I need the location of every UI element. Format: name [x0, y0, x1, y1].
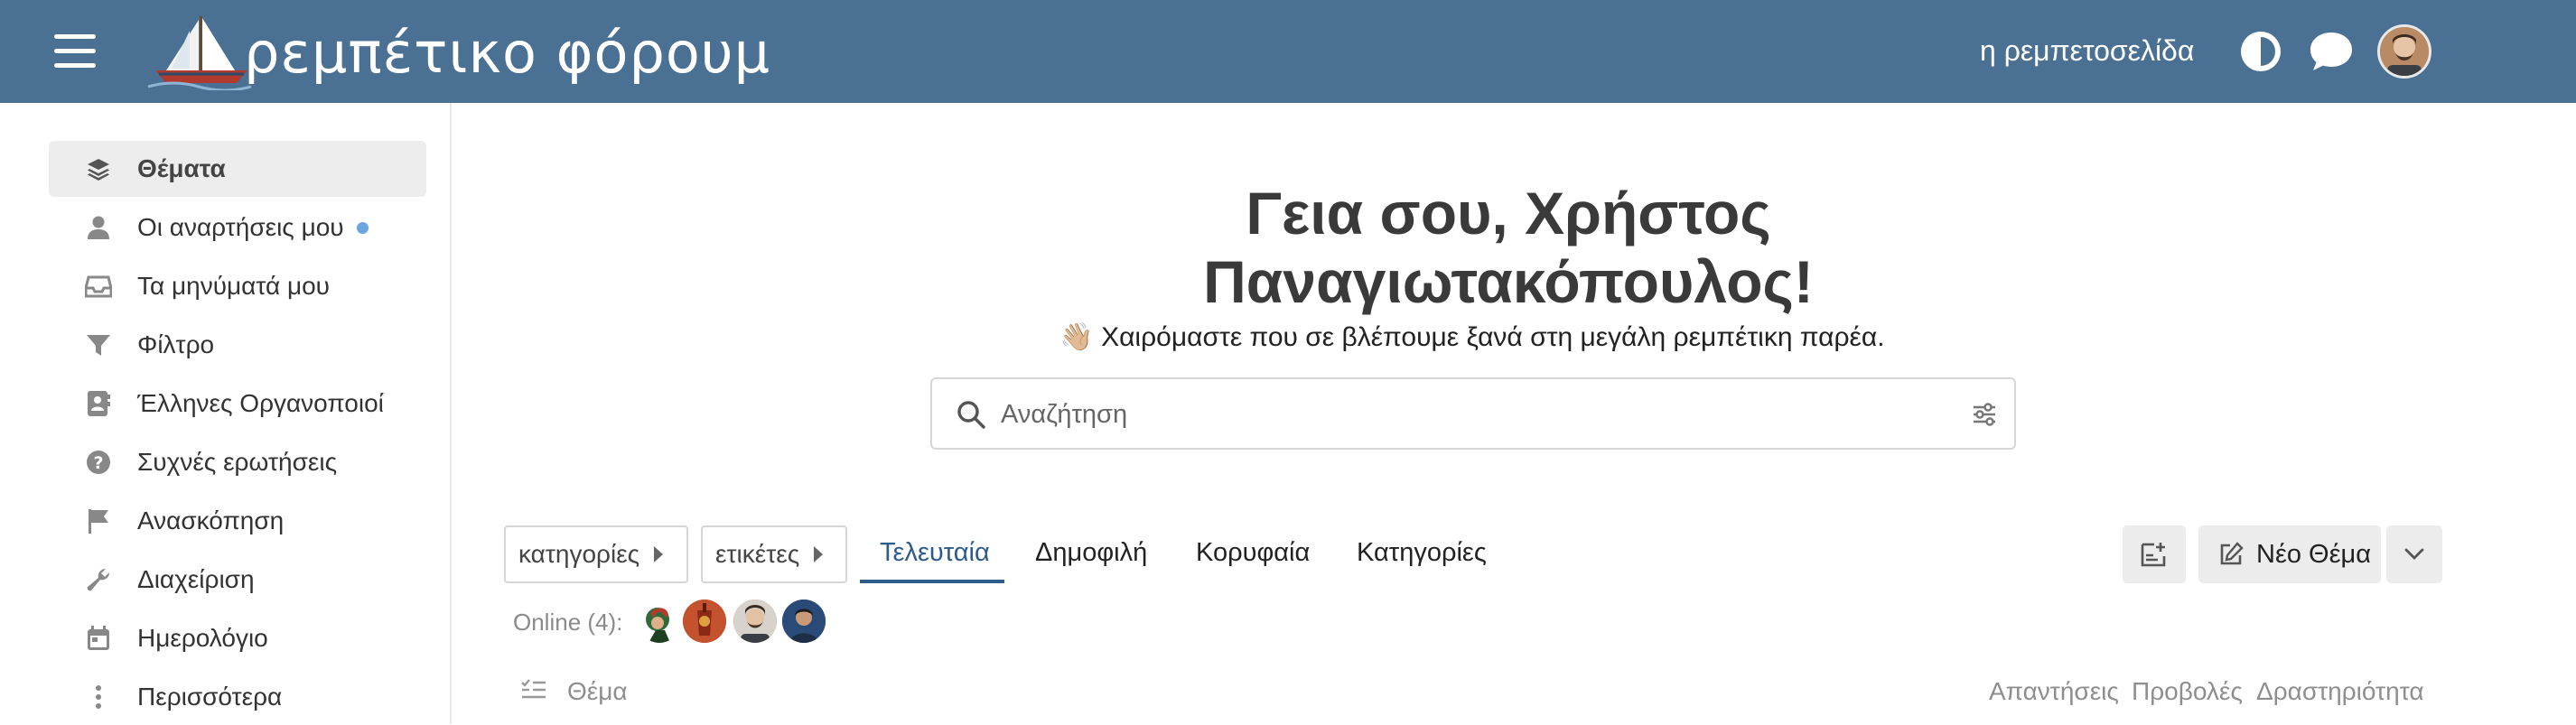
online-label: Online (4): — [513, 609, 623, 636]
sidebar-item-topics[interactable]: Θέματα — [49, 141, 426, 197]
sidebar-item-faq[interactable]: ? Συχνές ερωτήσεις — [49, 434, 426, 490]
sidebar-item-more[interactable]: Περισσότερα — [49, 669, 426, 725]
layers-icon — [83, 153, 114, 184]
sidebar-item-review[interactable]: Ανασκόπηση — [49, 493, 426, 549]
home-link[interactable]: η ρεμπετοσελίδα — [1980, 34, 2194, 68]
new-topic-dropdown-button[interactable] — [2386, 525, 2442, 583]
search-filter-icon[interactable] — [1971, 401, 1998, 428]
new-topic-label: Νέο Θέμα — [2256, 539, 2372, 569]
create-draft-button[interactable] — [2123, 525, 2186, 583]
column-activity[interactable]: Δραστηριότητα — [2256, 677, 2424, 706]
more-vertical-icon — [83, 682, 114, 712]
sailboat-logo-icon[interactable] — [146, 14, 253, 90]
theme-toggle-icon[interactable] — [2236, 27, 2285, 76]
categories-dropdown[interactable]: κατηγορίες — [504, 525, 688, 583]
sidebar-item-my-posts[interactable]: Οι αναρτήσεις μου — [49, 200, 426, 256]
sidebar-item-label: Συχνές ερωτήσεις — [137, 448, 338, 476]
site-title[interactable]: ρεμπέτικο φόρουμ — [244, 20, 770, 86]
inbox-icon — [83, 271, 114, 302]
menu-icon[interactable] — [54, 34, 96, 69]
contact-card-icon — [83, 388, 114, 419]
online-user-avatar[interactable] — [683, 600, 726, 643]
sidebar-item-admin[interactable]: Διαχείριση — [49, 552, 426, 608]
sidebar-item-label: Οι αναρτήσεις μου — [137, 213, 344, 241]
sidebar-item-messages[interactable]: Τα μηνύματά μου — [49, 258, 426, 314]
sidebar-item-label: Περισσότερα — [137, 683, 283, 711]
column-views[interactable]: Προβολές — [2132, 677, 2243, 706]
user-icon — [83, 212, 114, 243]
chat-icon[interactable] — [2307, 27, 2356, 76]
sidebar-item-label: Τα μηνύματά μου — [137, 272, 330, 300]
sidebar-item-label: Ημερολόγιο — [137, 624, 268, 652]
tab-top[interactable]: Κορυφαία — [1196, 538, 1310, 568]
sidebar-item-label: Ανασκόπηση — [137, 507, 285, 534]
welcome-title-line1: Γεια σου, Χρήστος — [1246, 180, 1771, 246]
svg-text:?: ? — [93, 453, 103, 473]
welcome-subtitle: 👋🏼 Χαιρόμαστε που σε βλέπουμε ξανά στη μ… — [1059, 322, 1885, 352]
tab-latest[interactable]: Τελευταία — [880, 538, 990, 568]
tab-categories[interactable]: Κατηγορίες — [1357, 538, 1487, 568]
sidebar-item-label: Φίλτρο — [137, 330, 215, 358]
tags-dropdown[interactable]: ετικέτες — [701, 525, 847, 583]
sidebar: Θέματα Οι αναρτήσεις μου Τα μηνύματά μου… — [0, 103, 452, 724]
chevron-down-icon — [2404, 548, 2424, 560]
categories-dropdown-label: κατηγορίες — [518, 540, 640, 568]
sidebar-item-filter[interactable]: Φίλτρο — [49, 317, 426, 373]
wrench-icon — [83, 564, 114, 595]
welcome-title-line2: Παναγιωτακόπουλος! — [1203, 248, 1814, 315]
user-avatar[interactable] — [2377, 24, 2431, 79]
new-topic-button[interactable]: Νέο Θέμα — [2198, 525, 2381, 583]
calendar-icon — [83, 623, 114, 654]
column-replies[interactable]: Απαντήσεις — [1989, 677, 2119, 706]
online-user-avatar[interactable] — [733, 600, 777, 643]
top-header: ρεμπέτικο φόρουμ η ρεμπετοσελίδα — [0, 0, 2576, 103]
tags-dropdown-label: ετικέτες — [715, 540, 800, 568]
sidebar-item-calendar[interactable]: Ημερολόγιο — [49, 610, 426, 666]
unread-dot — [356, 221, 369, 234]
edit-icon — [2220, 542, 2244, 565]
sidebar-item-greek-luthiers[interactable]: Έλληνες Οργανοποιοί — [49, 376, 426, 432]
new-draft-icon — [2141, 543, 2166, 567]
online-user-avatar[interactable] — [638, 600, 681, 643]
search-box[interactable] — [930, 377, 2016, 450]
question-icon: ? — [83, 447, 114, 478]
caret-right-icon — [814, 546, 824, 562]
column-topic[interactable]: Θέμα — [567, 677, 628, 706]
flag-icon — [83, 506, 114, 536]
sidebar-item-label: Έλληνες Οργανοποιοί — [137, 389, 384, 417]
caret-right-icon — [654, 546, 664, 562]
tab-popular[interactable]: Δημοφιλή — [1035, 538, 1147, 568]
bulk-select-icon[interactable] — [520, 677, 547, 702]
sidebar-item-label: Διαχείριση — [137, 565, 255, 593]
filter-icon — [83, 330, 114, 360]
online-user-avatar[interactable] — [782, 600, 826, 643]
search-icon — [957, 401, 985, 429]
active-tab-indicator — [860, 580, 1004, 583]
sidebar-item-label: Θέματα — [137, 154, 226, 182]
search-input[interactable] — [1001, 397, 1940, 432]
